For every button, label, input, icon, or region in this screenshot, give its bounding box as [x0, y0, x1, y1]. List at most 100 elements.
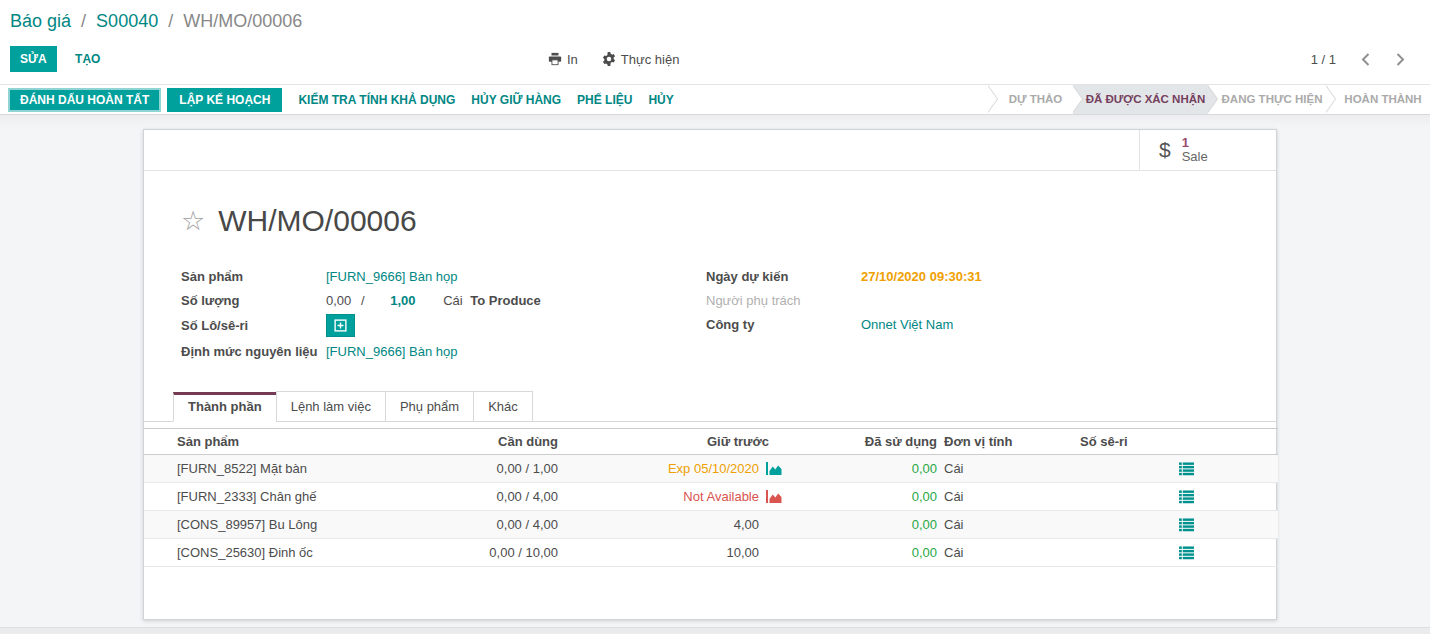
breadcrumb-link-order[interactable]: S00040	[96, 11, 158, 31]
field-value-bom[interactable]: [FURN_9666] Bàn họp	[326, 344, 458, 359]
field-value-date: 27/10/2020 09:30:31	[861, 269, 982, 284]
sale-stat-button[interactable]: $ 1 Sale	[1139, 130, 1276, 170]
tab-components[interactable]: Thành phần	[173, 392, 277, 422]
cell-consumed: 0,00	[783, 539, 937, 567]
field-value-company[interactable]: Onnet Việt Nam	[861, 317, 953, 332]
status-step-done[interactable]: HOÀN THÀNH	[1326, 85, 1430, 114]
cell-details	[1161, 455, 1278, 483]
cell-serial	[1041, 455, 1161, 483]
status-step-draft[interactable]: DỰ THẢO	[988, 85, 1073, 114]
print-menu-label: In	[567, 52, 578, 67]
add-lot-button[interactable]	[326, 314, 355, 337]
pager-previous-icon[interactable]	[1360, 52, 1371, 67]
component-row[interactable]: [CONS_89957] Bu Lông 0,00 / 4,00 4,00 0,…	[144, 511, 1278, 539]
component-row[interactable]: [CONS_25630] Đinh ốc 0,00 / 10,00 10,00 …	[144, 539, 1278, 567]
cell-serial	[1041, 539, 1161, 567]
sale-label: Sale	[1182, 150, 1208, 164]
components-table: Sản phẩm Cần dùng Giữ trước Đã sử dụng Đ…	[144, 428, 1278, 567]
col-header-to-consume[interactable]: Cần dùng	[458, 429, 558, 455]
cell-product: [CONS_25630] Đinh ốc	[144, 539, 458, 567]
cell-to-consume: 0,00 / 4,00	[458, 483, 558, 511]
field-label-responsible: Người phụ trách	[706, 293, 861, 308]
col-header-consumed[interactable]: Đã sử dụng	[783, 429, 937, 455]
edit-button[interactable]: SỬA	[10, 46, 57, 72]
quantity-uom: Cái	[443, 293, 463, 308]
field-label-bom: Định mức nguyên liệu	[181, 344, 326, 359]
form-view-background: $ 1 Sale ☆ WH/MO/00006 Sản phẩm [FURN_96…	[0, 115, 1430, 634]
tab-work-orders[interactable]: Lệnh làm việc	[276, 391, 386, 422]
cell-consumed: 0,00	[783, 483, 937, 511]
cell-details	[1161, 511, 1278, 539]
forecast-chart-icon	[759, 490, 783, 503]
button-box: $ 1 Sale	[144, 130, 1276, 171]
field-label-quantity: Số lượng	[181, 293, 326, 308]
tab-byproducts[interactable]: Phụ phẩm	[385, 391, 474, 422]
unreserve-button[interactable]: HỦY GIỮ HÀNG	[471, 93, 561, 107]
scrap-button[interactable]: PHẾ LIỆU	[577, 93, 632, 107]
forecast-chart-icon	[759, 462, 783, 475]
fields-left: Sản phẩm [FURN_9666] Bàn họp Số lượng 0,…	[181, 264, 706, 363]
bottom-strip	[0, 627, 1430, 634]
create-button[interactable]: TẠO	[75, 46, 100, 72]
plan-button[interactable]: LẬP KẾ HOẠCH	[167, 88, 282, 112]
cell-serial	[1041, 483, 1161, 511]
field-value-product[interactable]: [FURN_9666] Bàn họp	[326, 269, 458, 284]
cell-reserved: 10,00	[558, 539, 783, 567]
col-header-serial[interactable]: Số sê-ri	[1041, 429, 1161, 455]
cell-reserved: Not Available	[558, 483, 783, 511]
list-details-icon[interactable]	[1179, 462, 1278, 476]
field-label-date: Ngày dự kiến	[706, 269, 861, 284]
dollar-icon: $	[1159, 138, 1171, 162]
cell-uom: Cái	[937, 455, 1041, 483]
toolbar: SỬA TẠO In	[0, 46, 1430, 72]
statusbar: ĐÁNH DẤU HOÀN TẤT LẬP KẾ HOẠCH KIỂM TRA …	[0, 84, 1430, 115]
pager-next-icon[interactable]	[1395, 52, 1406, 67]
col-header-reserved[interactable]: Giữ trước	[558, 429, 783, 455]
cell-details	[1161, 483, 1278, 511]
breadcrumb-separator: /	[163, 11, 178, 31]
cell-product: [CONS_89957] Bu Lông	[144, 511, 458, 539]
form-sheet: $ 1 Sale ☆ WH/MO/00006 Sản phẩm [FURN_96…	[143, 129, 1277, 620]
status-step-progress[interactable]: ĐANG THỰC HIỆN	[1208, 85, 1326, 114]
cell-reserved: Exp 05/10/2020	[558, 455, 783, 483]
list-details-icon[interactable]	[1179, 518, 1278, 532]
cell-product: [FURN_2333] Chân ghế	[144, 483, 458, 511]
breadcrumb-link-quotations[interactable]: Báo giá	[10, 11, 71, 31]
print-menu[interactable]: In	[548, 52, 578, 67]
list-details-icon[interactable]	[1179, 490, 1278, 504]
field-label-product: Sản phẩm	[181, 269, 326, 284]
list-details-icon[interactable]	[1179, 546, 1278, 560]
cell-consumed: 0,00	[783, 455, 937, 483]
cell-uom: Cái	[937, 511, 1041, 539]
control-panel: Báo giá / S00040 / WH/MO/00006 SỬA TẠO I…	[0, 0, 1430, 115]
favorite-star-icon[interactable]: ☆	[181, 206, 205, 236]
cell-details	[1161, 539, 1278, 567]
pipeline-lead	[974, 85, 988, 114]
col-header-product[interactable]: Sản phẩm	[144, 429, 458, 455]
page-title: WH/MO/00006	[218, 204, 416, 238]
fields-right: Ngày dự kiến 27/10/2020 09:30:31 Người p…	[706, 264, 1239, 363]
action-menu-label: Thực hiện	[621, 52, 680, 67]
cell-to-consume: 0,00 / 4,00	[458, 511, 558, 539]
action-menu[interactable]: Thực hiện	[602, 52, 680, 67]
component-row[interactable]: [FURN_8522] Mặt bàn 0,00 / 1,00 Exp 05/1…	[144, 455, 1278, 483]
col-header-uom[interactable]: Đơn vị tính	[937, 429, 1041, 455]
cell-reserved: 4,00	[558, 511, 783, 539]
pager: 1 / 1	[1311, 46, 1406, 72]
cell-to-consume: 0,00 / 1,00	[458, 455, 558, 483]
quantity-done: 0,00	[326, 293, 351, 308]
pager-value: 1 / 1	[1311, 52, 1336, 67]
cell-uom: Cái	[937, 483, 1041, 511]
status-pipeline: DỰ THẢO ĐÃ ĐƯỢC XÁC NHẬN ĐANG THỰC HIỆN …	[974, 85, 1430, 114]
component-row[interactable]: [FURN_2333] Chân ghế 0,00 / 4,00 Not Ava…	[144, 483, 1278, 511]
check-availability-button[interactable]: KIỂM TRA TÍNH KHẢ DỤNG	[298, 93, 455, 107]
breadcrumb-current: WH/MO/00006	[183, 11, 302, 31]
cell-serial	[1041, 511, 1161, 539]
cell-uom: Cái	[937, 539, 1041, 567]
mark-done-button[interactable]: ĐÁNH DẤU HOÀN TẤT	[8, 88, 161, 112]
tab-misc[interactable]: Khác	[473, 391, 533, 422]
cell-product: [FURN_8522] Mặt bàn	[144, 455, 458, 483]
cancel-button[interactable]: HỦY	[648, 93, 673, 107]
status-step-confirmed[interactable]: ĐÃ ĐƯỢC XÁC NHẬN	[1073, 85, 1208, 114]
breadcrumb-separator: /	[76, 11, 91, 31]
